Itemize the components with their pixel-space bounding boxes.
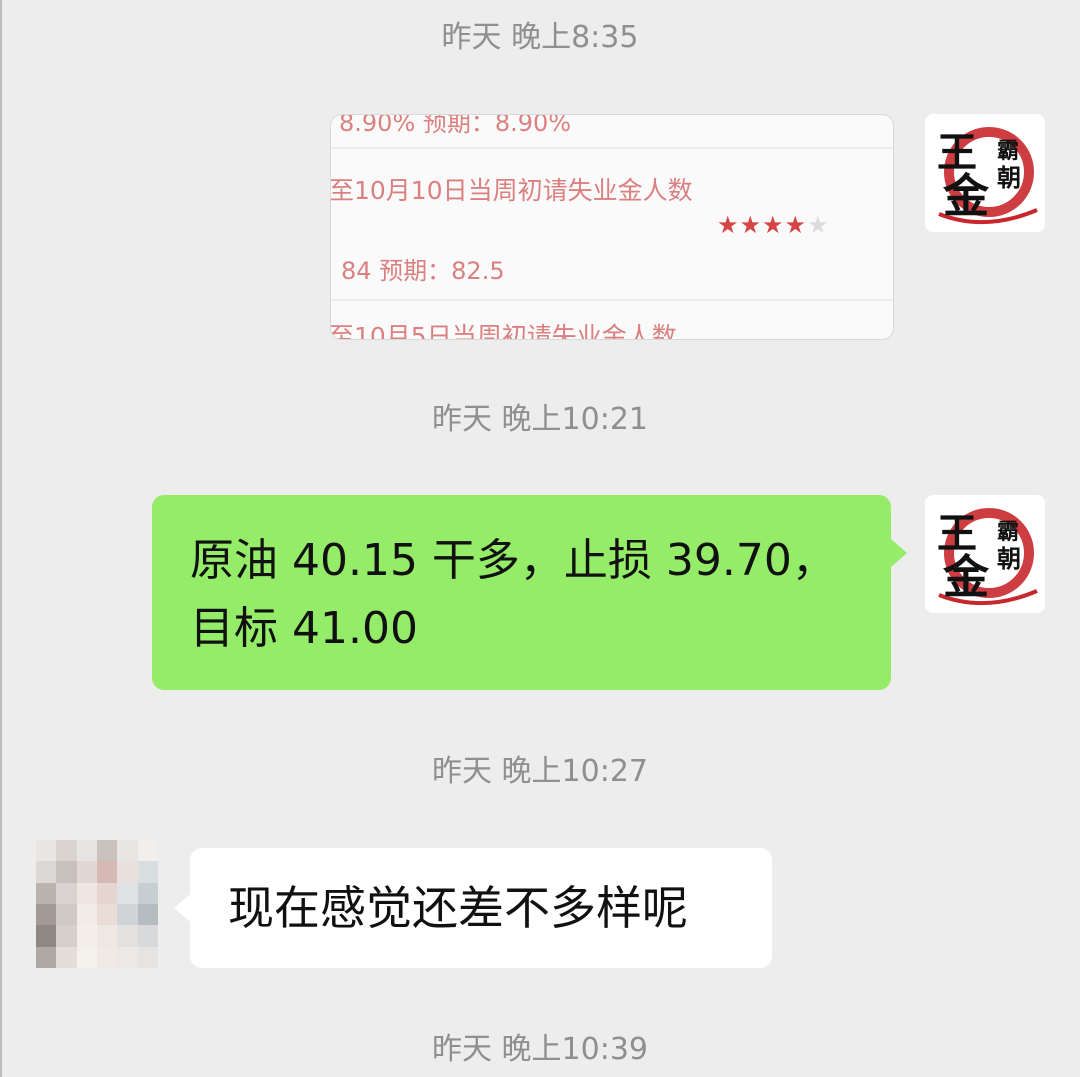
timestamp-2: 昨天 晚上10:21 xyxy=(432,402,648,437)
timestamp-3: 昨天 晚上10:27 xyxy=(432,754,648,789)
sent-message-bubble[interactable]: 原油 40.15 干多，止损 39.70， 目标 41.00 xyxy=(152,495,907,690)
brand-char-3: 霸 xyxy=(997,139,1019,164)
receiver-avatar[interactable] xyxy=(36,840,158,968)
brand-char-4: 朝 xyxy=(997,164,1021,192)
image-text-line-1: 8.90% 预期：8.90% xyxy=(339,114,572,137)
sender-avatar[interactable]: 王 金 霸 朝 xyxy=(925,495,1045,613)
timestamp-4: 昨天 晚上10:39 xyxy=(432,1032,648,1067)
image-message[interactable]: 8.90% 预期：8.90% 至10月10日当周初请失业金人数 ★★★★★ 84… xyxy=(330,114,894,340)
window-left-border xyxy=(0,0,2,1077)
timestamp-1: 昨天 晚上8:35 xyxy=(441,20,639,55)
rating-stars: ★★★★★ xyxy=(717,211,830,239)
image-text-line-2: 至10月10日当周初请失业金人数 xyxy=(330,176,693,205)
sent-message-line-2: 目标 41.00 xyxy=(190,603,418,654)
brand-char-4: 朝 xyxy=(997,545,1021,573)
image-divider xyxy=(331,299,893,301)
image-divider xyxy=(331,147,893,149)
received-message-text: 现在感觉还差不多样呢 xyxy=(228,881,688,935)
image-text-line-4: 至10月5日当周初请失业金人数 xyxy=(330,322,677,340)
sender-avatar[interactable]: 王 金 霸 朝 xyxy=(925,114,1045,232)
image-text-line-3: 84 预期：82.5 xyxy=(341,257,505,285)
received-message-bubble[interactable]: 现在感觉还差不多样呢 xyxy=(174,848,772,968)
brand-char-3: 霸 xyxy=(997,520,1019,545)
brand-char-2: 金 xyxy=(942,550,990,604)
brand-char-2: 金 xyxy=(942,169,990,223)
sent-message-line-1: 原油 40.15 干多，止损 39.70， xyxy=(190,535,836,586)
